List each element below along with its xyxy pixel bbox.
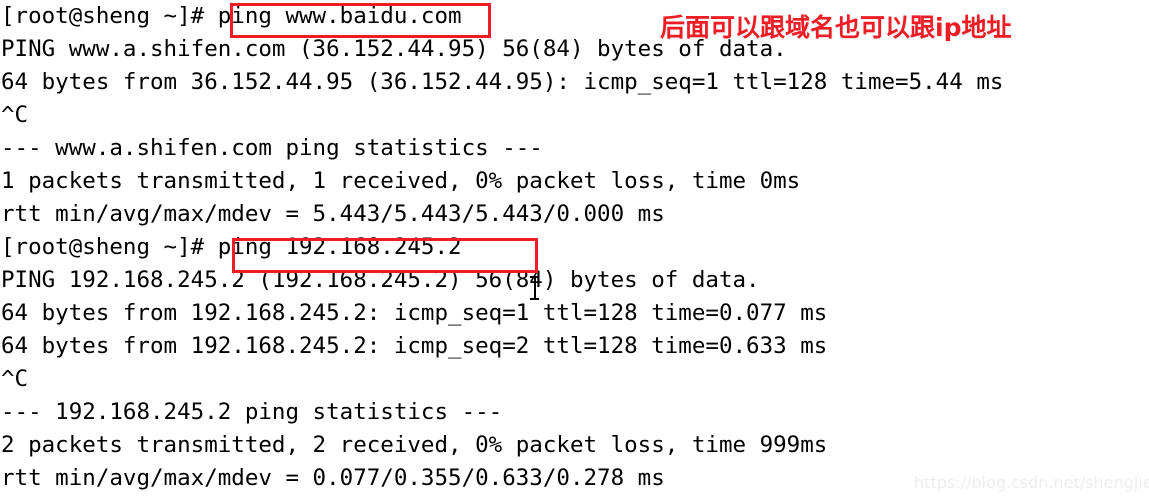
annotation-note: 后面可以跟域名也可以跟ip地址 [660,13,1012,42]
terminal-line: 2 packets transmitted, 2 received, 0% pa… [1,432,828,458]
terminal-line: ^C [1,102,29,128]
terminal-line: 64 bytes from 36.152.44.95 (36.152.44.95… [1,69,1004,95]
watermark-text: https://blog.csdn.net/shengjie87 [914,473,1149,492]
terminal-line: 64 bytes from 192.168.245.2: icmp_seq=1 … [1,300,828,326]
terminal-line: --- 192.168.245.2 ping statistics --- [1,399,503,425]
terminal-line: PING 192.168.245.2 (192.168.245.2) 56(84… [1,267,760,293]
cursor-stem [534,278,536,298]
terminal-line: 64 bytes from 192.168.245.2: icmp_seq=2 … [1,333,828,359]
terminal-line: --- www.a.shifen.com ping statistics --- [1,135,543,161]
terminal-line: ^C [1,366,29,392]
terminal-output[interactable]: [root@sheng ~]# ping www.baidu.com PING … [0,0,1149,495]
terminal-screenshot: [root@sheng ~]# ping www.baidu.com PING … [0,0,1149,503]
cursor-bottom-bar [530,298,539,300]
text-cursor-icon [530,276,539,300]
terminal-line: [root@sheng ~]# ping 192.168.245.2 [1,234,462,260]
terminal-line: rtt min/avg/max/mdev = 5.443/5.443/5.443… [1,201,665,227]
terminal-line: 1 packets transmitted, 1 received, 0% pa… [1,168,801,194]
